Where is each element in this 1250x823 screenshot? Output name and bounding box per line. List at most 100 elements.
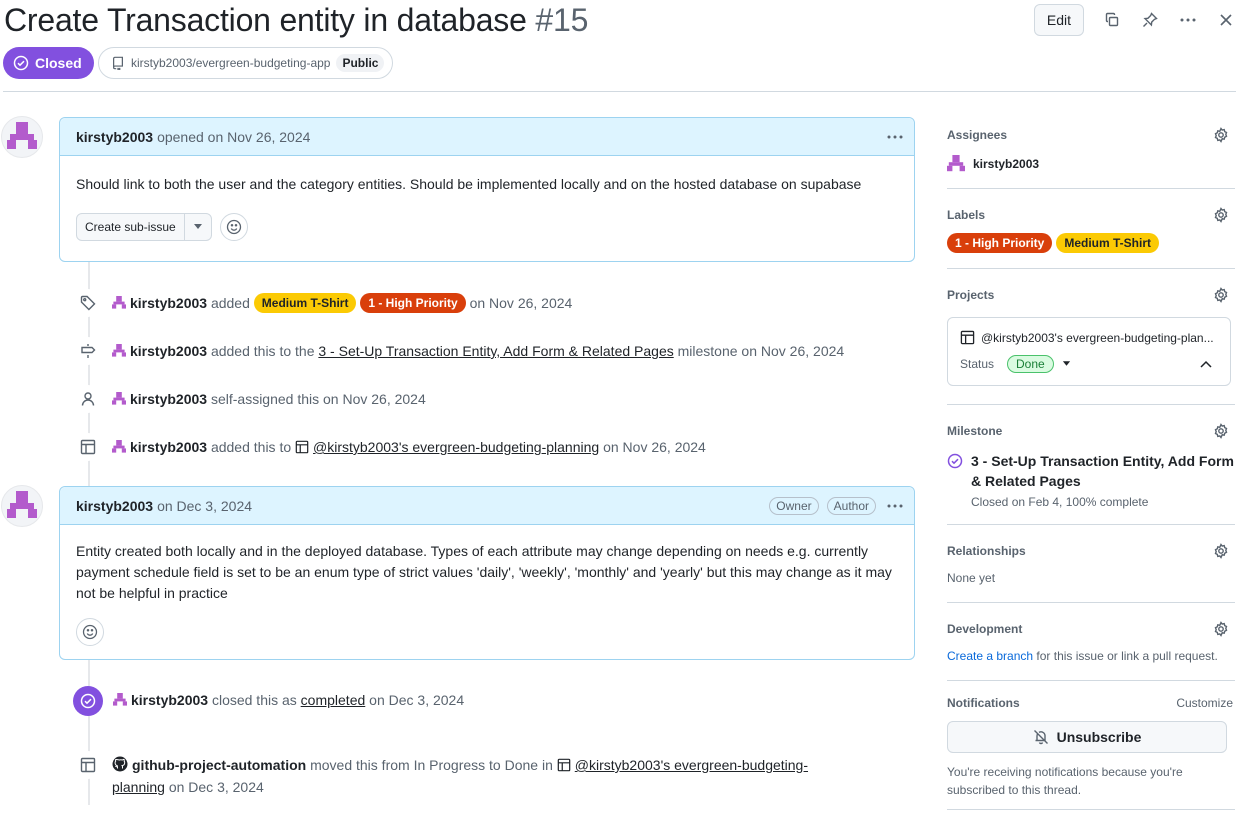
label-medium-tshirt[interactable]: Medium T-Shirt — [1056, 233, 1160, 253]
comment-body: Entity created both locally and in the d… — [76, 543, 892, 601]
table-icon — [557, 758, 571, 772]
label-high-priority[interactable]: 1 - High Priority — [360, 293, 466, 313]
divider — [947, 809, 1235, 810]
comment-author[interactable]: kirstyb2003 — [76, 498, 153, 514]
gear-icon[interactable] — [1213, 207, 1229, 223]
label-medium-tshirt[interactable]: Medium T-Shirt — [253, 293, 357, 313]
tag-icon — [74, 289, 102, 317]
check-circle-icon — [73, 686, 103, 716]
timeline-event-project: kirstyb2003 added this to @kirstyb2003's… — [74, 433, 706, 461]
avatar[interactable] — [1, 485, 43, 527]
smiley-icon[interactable] — [76, 618, 104, 646]
chevron-up-icon[interactable] — [1200, 360, 1212, 368]
notifications-heading: Notifications — [947, 696, 1020, 710]
create-sub-issue-label[interactable]: Create sub-issue — [77, 214, 185, 240]
header-divider — [3, 91, 1236, 92]
project-link[interactable]: @kirstyb2003's evergreen-budgeting- — [575, 757, 808, 773]
gear-icon[interactable] — [1213, 621, 1229, 637]
status-label: Closed — [35, 55, 82, 71]
gear-icon[interactable] — [1213, 543, 1229, 559]
event-date[interactable]: on Nov 26, 2024 — [603, 439, 706, 455]
avatar[interactable] — [947, 155, 965, 173]
milestone-title-line1[interactable]: 3 - Set-Up Transaction Entity, Add Form — [971, 453, 1234, 469]
gear-icon[interactable] — [1213, 127, 1229, 143]
avatar[interactable] — [113, 693, 127, 707]
event-user[interactable]: kirstyb2003 — [130, 439, 207, 455]
label-high-priority[interactable]: 1 - High Priority — [947, 233, 1053, 253]
pin-icon[interactable] — [1140, 10, 1160, 30]
kebab-icon[interactable] — [886, 498, 904, 514]
owner-tag: Owner — [769, 496, 819, 515]
status-select[interactable]: Done — [1007, 355, 1054, 373]
timeline-event-milestone: kirstyb2003 added this to the 3 - Set-Up… — [74, 337, 844, 365]
milestone-title[interactable]: 3 - Set-Up Transaction Entity, Add Form … — [971, 451, 1234, 491]
chevron-down-icon[interactable] — [1062, 361, 1071, 367]
close-reason-link[interactable]: completed — [301, 692, 366, 708]
comment-footer: Create sub-issue — [60, 207, 914, 255]
relationships-value: None yet — [947, 571, 996, 585]
copy-icon[interactable] — [1102, 10, 1122, 30]
repo-pill[interactable]: kirstyb2003/evergreen-budgeting-app Publ… — [98, 47, 394, 79]
top-actions: Edit — [1033, 4, 1236, 36]
notification-note-line1: You're receiving notifications because y… — [947, 765, 1183, 779]
avatar[interactable] — [112, 392, 126, 406]
milestone-icon — [74, 337, 102, 365]
comment-footer — [60, 616, 914, 660]
milestone-link[interactable]: 3 - Set-Up Transaction Entity, Add Form … — [318, 343, 673, 359]
create-sub-issue-button[interactable]: Create sub-issue — [76, 213, 212, 241]
event-text: self-assigned this on Nov 26, 2024 — [210, 391, 426, 407]
event-user[interactable]: kirstyb2003 — [130, 295, 207, 311]
event-date[interactable]: on Dec 3, 2024 — [369, 692, 464, 708]
create-branch-link[interactable]: Create a branch — [947, 649, 1033, 663]
sidebar-milestone: Milestone 3 - Set-Up Transaction Entity,… — [947, 421, 1235, 509]
kebab-icon[interactable] — [1178, 10, 1198, 30]
comment-author[interactable]: kirstyb2003 — [76, 129, 153, 145]
issue-comment: kirstyb2003 opened on Nov 26, 2024 Shoul… — [59, 117, 915, 262]
assignee-name[interactable]: kirstyb2003 — [973, 157, 1039, 171]
avatar[interactable] — [112, 344, 126, 358]
avatar[interactable] — [112, 440, 126, 454]
projects-heading: Projects — [947, 288, 995, 302]
event-user[interactable]: kirstyb2003 — [130, 391, 207, 407]
event-verb: added this to — [210, 439, 292, 455]
assignees-heading: Assignees — [947, 128, 1008, 142]
person-icon — [74, 385, 102, 413]
check-circle-icon — [947, 453, 963, 509]
kebab-icon[interactable] — [886, 129, 904, 145]
table-icon — [960, 330, 975, 345]
table-icon — [295, 440, 309, 454]
event-date[interactable]: on Dec 3, 2024 — [169, 779, 264, 795]
unsubscribe-label[interactable]: Unsubscribe — [1057, 729, 1142, 745]
gear-icon[interactable] — [1213, 423, 1229, 439]
avatar[interactable] — [1, 116, 43, 158]
milestone-heading: Milestone — [947, 424, 1003, 438]
labels-heading: Labels — [947, 208, 986, 222]
gear-icon[interactable] — [1213, 287, 1229, 303]
edit-button[interactable]: Edit — [1033, 4, 1084, 36]
project-link[interactable]: @kirstyb2003's evergreen-budgeting-plann… — [313, 439, 599, 455]
event-date[interactable]: on Nov 26, 2024 — [470, 295, 573, 311]
chevron-down-icon[interactable] — [185, 214, 211, 240]
unsubscribe-button[interactable]: Unsubscribe — [947, 721, 1227, 753]
project-link-continued[interactable]: planning — [112, 779, 165, 795]
sidebar-relationships: Relationships None yet — [947, 541, 1235, 585]
timeline-event-closed: kirstyb2003 closed this as completed on … — [73, 686, 464, 716]
event-user[interactable]: github-project-automation — [132, 757, 306, 773]
customize-link[interactable]: Customize — [1176, 696, 1233, 710]
development-text: for this issue or link a pull request. — [1036, 649, 1218, 663]
milestone-title-line2[interactable]: & Related Pages — [971, 473, 1081, 489]
avatar[interactable] — [112, 296, 126, 310]
development-heading: Development — [947, 622, 1023, 636]
close-icon[interactable] — [1216, 10, 1236, 30]
visibility-tag: Public — [336, 54, 385, 72]
smiley-icon[interactable] — [219, 213, 248, 241]
sidebar-labels: Labels 1 - High Priority Medium T-Shirt — [947, 205, 1235, 253]
milestone-progress: Closed on Feb 4, 100% complete — [971, 495, 1149, 509]
event-verb: added — [210, 295, 250, 311]
comment-meta[interactable]: on Dec 3, 2024 — [157, 498, 252, 514]
github-icon[interactable] — [112, 756, 128, 772]
comment-meta[interactable]: opened on Nov 26, 2024 — [157, 129, 310, 145]
event-user[interactable]: kirstyb2003 — [131, 692, 208, 708]
event-user[interactable]: kirstyb2003 — [130, 343, 207, 359]
project-name[interactable]: @kirstyb2003's evergreen-budgeting-plan.… — [981, 331, 1214, 345]
